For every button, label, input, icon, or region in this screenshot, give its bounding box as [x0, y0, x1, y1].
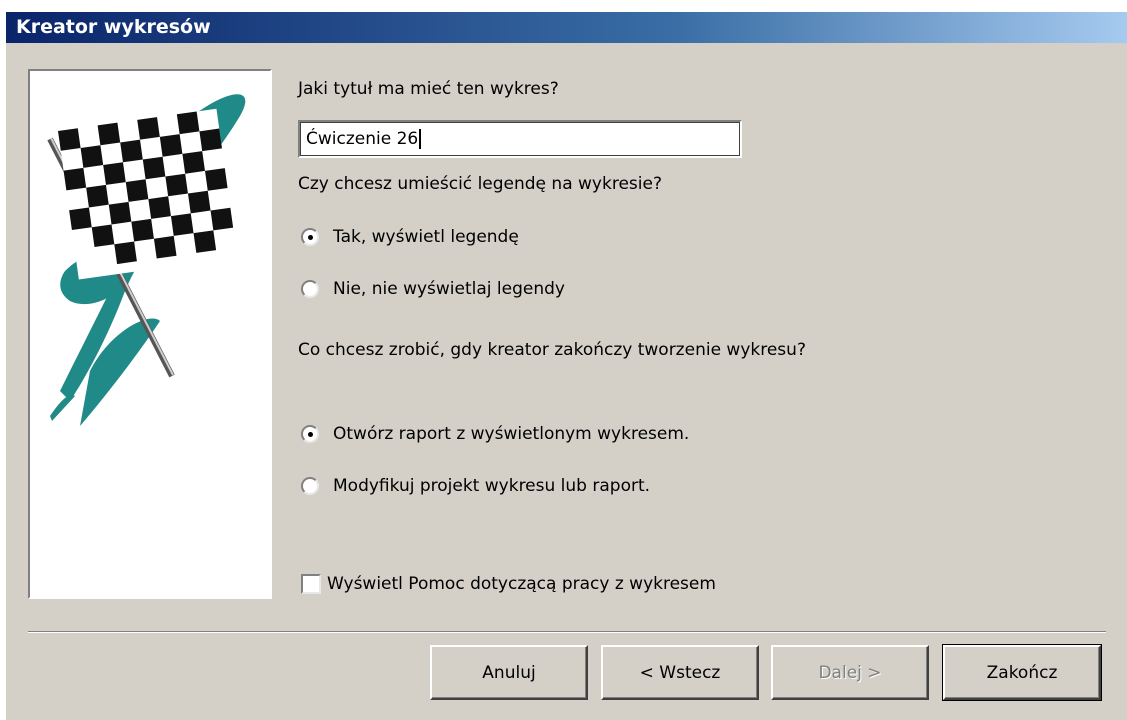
cancel-button[interactable]: Anuluj: [430, 645, 588, 700]
radio-show-legend-label: Tak, wyświetl legendę: [333, 227, 519, 247]
chart-title-value: Ćwiczenie 26: [306, 129, 419, 149]
radio-open-report[interactable]: Otwórz raport z wyświetlonym wykresem.: [301, 421, 689, 447]
title-question-label: Jaki tytuł ma mieć ten wykres?: [298, 79, 559, 99]
radio-button-checked[interactable]: [301, 228, 319, 246]
next-button: Dalej >: [771, 645, 929, 700]
radio-button-checked[interactable]: [301, 425, 319, 443]
chart-wizard-dialog: Kreator wykresów Jaki tytuł ma mieć ten …: [6, 12, 1127, 720]
radio-hide-legend-label: Nie, nie wyświetlaj legendy: [333, 279, 565, 299]
radio-hide-legend[interactable]: Nie, nie wyświetlaj legendy: [301, 276, 565, 302]
help-checkbox-label: Wyświetl Pomoc dotyczącą pracy z wykrese…: [327, 574, 716, 594]
title-bar[interactable]: Kreator wykresów: [6, 12, 1127, 43]
radio-show-legend[interactable]: Tak, wyświetl legendę: [301, 224, 519, 250]
radio-modify-design[interactable]: Modyfikuj projekt wykresu lub raport.: [301, 473, 650, 499]
radio-open-report-label: Otwórz raport z wyświetlonym wykresem.: [333, 424, 690, 444]
text-caret: [419, 129, 422, 149]
back-button[interactable]: < Wstecz: [601, 645, 759, 700]
radio-button[interactable]: [301, 477, 319, 495]
after-question-label: Co chcesz zrobić, gdy kreator zakończy t…: [298, 340, 806, 360]
finish-button[interactable]: Zakończ: [942, 644, 1102, 701]
radio-modify-design-label: Modyfikuj projekt wykresu lub raport.: [333, 476, 651, 496]
chart-title-input[interactable]: Ćwiczenie 26: [298, 120, 742, 158]
wizard-image-panel: [28, 69, 272, 599]
legend-question-label: Czy chcesz umieścić legendę na wykresie?: [298, 174, 662, 194]
checkered-flag-icon: [47, 94, 246, 426]
help-checkbox-row[interactable]: Wyświetl Pomoc dotyczącą pracy z wykrese…: [301, 571, 716, 597]
help-checkbox[interactable]: [301, 574, 321, 594]
radio-button[interactable]: [301, 280, 319, 298]
window-title: Kreator wykresów: [16, 16, 211, 38]
button-separator: [28, 631, 1106, 633]
